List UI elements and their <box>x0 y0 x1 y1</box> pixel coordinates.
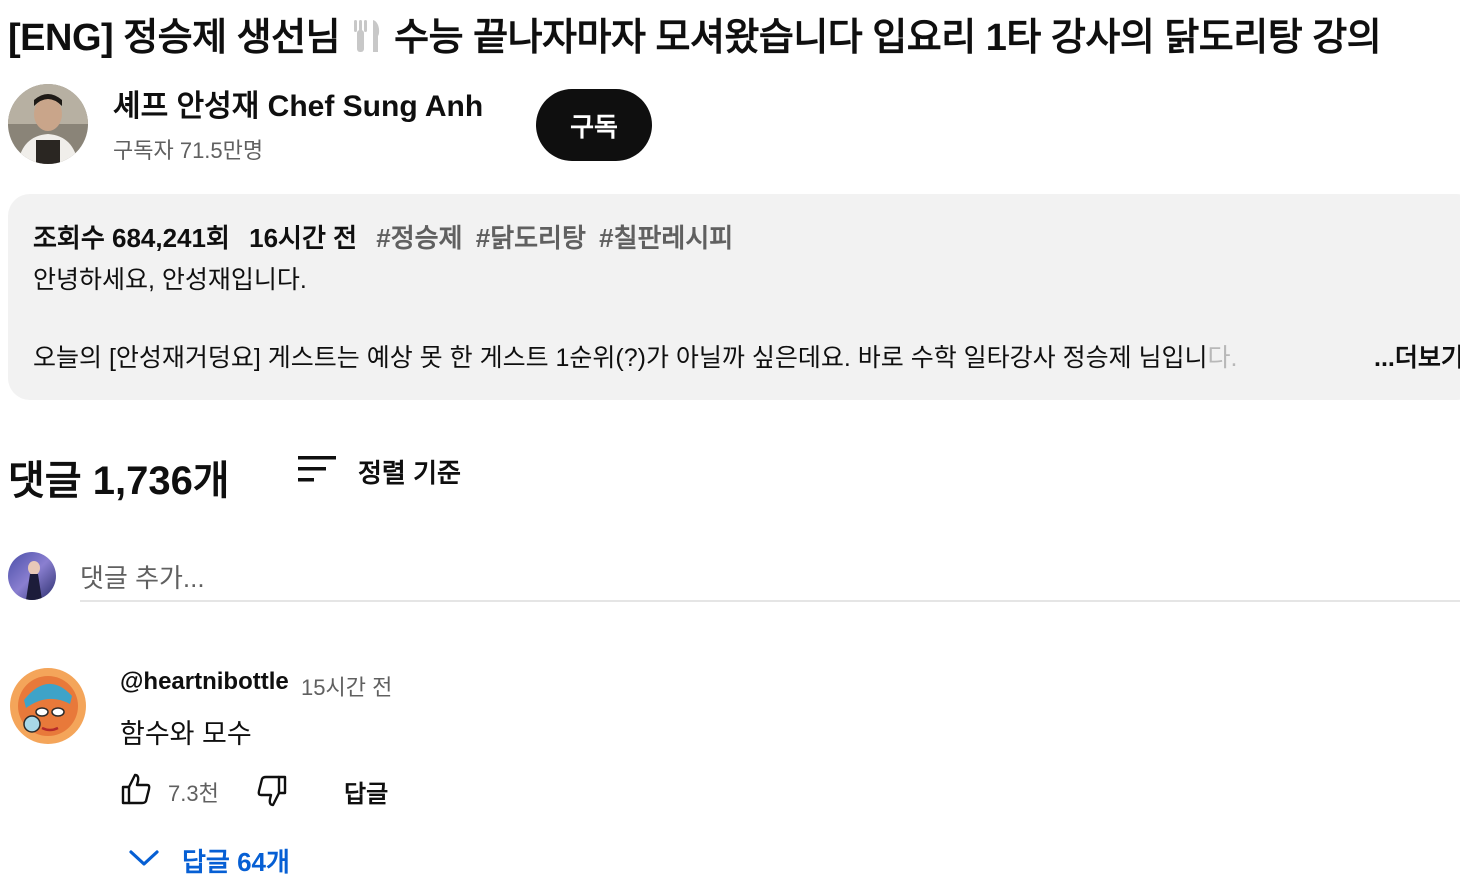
like-count: 7.3천 <box>168 781 219 806</box>
subscribe-button[interactable]: 구독 <box>536 89 652 161</box>
chevron-down-icon <box>128 847 160 874</box>
description-line: 오늘의 [안성재거덩요] 게스트는 예상 못 한 게스트 1순위(?)가 아닐까… <box>33 338 1238 374</box>
description-meta: 조회수 684,241회 16시간 전 #정승제 #닭도리탕 #칠판레시피 <box>33 218 739 255</box>
fork-knife-icon <box>350 17 394 59</box>
video-title-part2: 수능 끝나자마자 모셔왔습니다 입요리 1타 강사의 닭도리탕 강의 <box>394 17 1382 59</box>
comment-time[interactable]: 15시간 전 <box>301 670 392 702</box>
show-replies-button[interactable]: 답글 64개 <box>128 840 290 880</box>
video-title-part1: [ENG] 정승제 생선님 <box>8 17 341 59</box>
comment-text: 함수와 모수 <box>120 719 252 749</box>
sort-button[interactable]: 정렬 기준 <box>296 450 461 492</box>
sort-icon <box>296 453 338 490</box>
comments-count: 댓글 1,736개 <box>8 459 230 503</box>
comment-author[interactable]: @heartnibottle <box>120 668 289 696</box>
view-count: 조회수 684,241회 <box>33 223 230 253</box>
channel-avatar[interactable] <box>8 84 88 164</box>
add-comment-input[interactable]: 댓글 추가... <box>80 552 1460 602</box>
video-title: [ENG] 정승제 생선님 수능 끝나자마자 모셔왔습니다 입요리 1타 강사의… <box>8 12 1382 64</box>
description-line: 안녕하세요, 안성재입니다. <box>33 266 307 294</box>
user-avatar <box>8 552 56 600</box>
upload-time: 16시간 전 <box>249 223 358 253</box>
youtube-watch-page: [ENG] 정승제 생선님 수능 끝나자마자 모셔왔습니다 입요리 1타 강사의… <box>0 0 1460 893</box>
hashtag-link[interactable]: #칠판레시피 <box>599 223 733 253</box>
show-more-button[interactable]: ...더보기 <box>1374 338 1460 374</box>
channel-name[interactable]: 셰프 안성재 Chef Sung Anh <box>113 88 483 126</box>
hashtag-link[interactable]: #닭도리탕 <box>476 223 586 253</box>
replies-count-label: 답글 64개 <box>182 846 290 877</box>
reply-button[interactable]: 답글 <box>344 774 388 809</box>
add-comment-placeholder: 댓글 추가... <box>80 562 205 593</box>
comment-author-avatar[interactable] <box>10 668 86 744</box>
thumbs-up-icon[interactable] <box>120 772 152 806</box>
description-text: 오늘의 [안성재거덩요] 게스트는 예상 못 한 게스트 1순위(?)가 아닐까… <box>33 344 1208 372</box>
description-fade-text: 다. <box>1207 344 1238 372</box>
thumbs-down-icon[interactable] <box>256 774 288 808</box>
subscriber-count: 구독자 71.5만명 <box>113 138 264 163</box>
hashtag-link[interactable]: #정승제 <box>376 223 462 253</box>
sort-label: 정렬 기준 <box>358 457 461 488</box>
